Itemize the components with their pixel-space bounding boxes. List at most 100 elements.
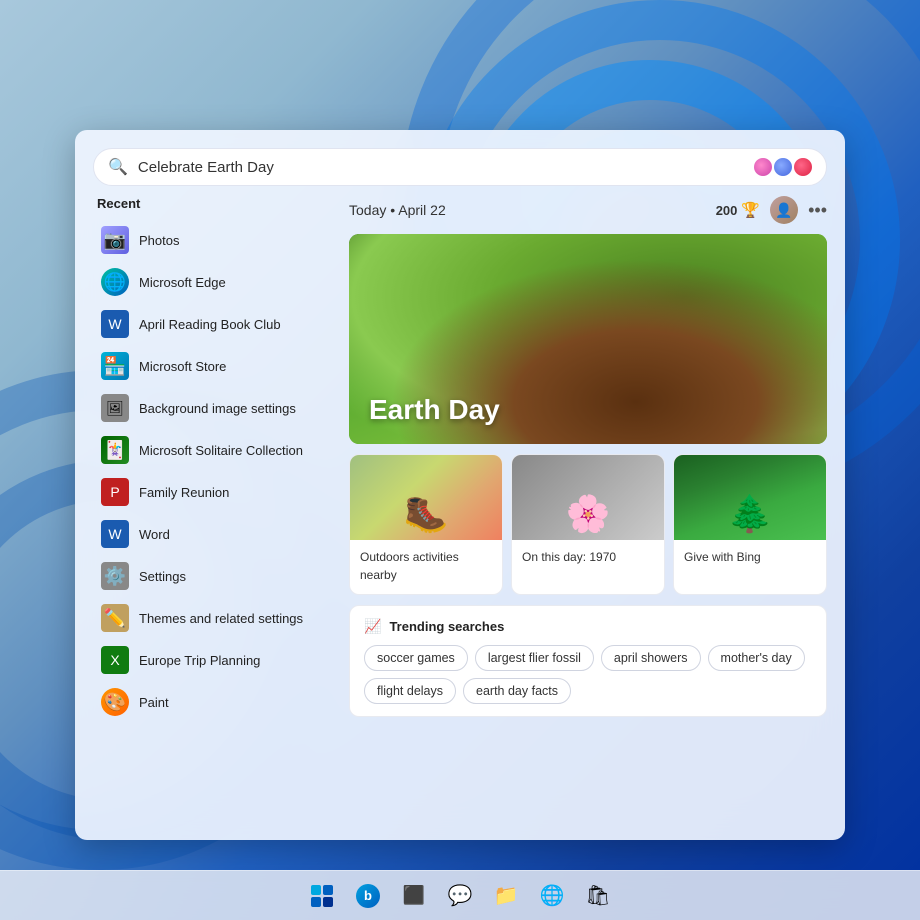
recent-item-bgsettings[interactable]: 🖼 Background image settings: [93, 387, 333, 429]
tag-earth-day-facts[interactable]: earth day facts: [463, 678, 571, 704]
recent-item-family[interactable]: P Family Reunion: [93, 471, 333, 513]
taskbar-search-button[interactable]: b: [347, 875, 389, 917]
settings-icon: ⚙️: [101, 562, 129, 590]
header-actions: 200 🏆 👤 •••: [716, 196, 827, 224]
start-menu-panel: 🔍 Recent 📷 Photos 🌐 Microsoft Edge W Apr…: [75, 130, 845, 840]
recent-item-photos[interactable]: 📷 Photos: [93, 219, 333, 261]
card-img-givebing: [674, 455, 826, 540]
windows-logo: [311, 885, 333, 907]
hero-card-earth-day[interactable]: Earth Day: [349, 234, 827, 444]
logo-circle-blue: [774, 158, 792, 176]
teams-icon: 💬: [448, 883, 473, 908]
card-givebing[interactable]: Give with Bing: [673, 454, 827, 595]
card-body-givebing: Give with Bing: [674, 540, 826, 576]
recent-label-bgsettings: Background image settings: [139, 401, 296, 416]
recent-item-store[interactable]: 🏪 Microsoft Store: [93, 345, 333, 387]
recent-item-settings[interactable]: ⚙️ Settings: [93, 555, 333, 597]
taskbar-store-button[interactable]: 🛍: [577, 875, 619, 917]
recent-item-book[interactable]: W April Reading Book Club: [93, 303, 333, 345]
solitaire-icon: 🃏: [101, 436, 129, 464]
recent-item-edge[interactable]: 🌐 Microsoft Edge: [93, 261, 333, 303]
sidebar-recent: Recent 📷 Photos 🌐 Microsoft Edge W April…: [93, 196, 333, 822]
recent-label-book: April Reading Book Club: [139, 317, 281, 332]
taskbar-explorer-button[interactable]: 📁: [485, 875, 527, 917]
trophy-icon: 🏆: [741, 201, 760, 219]
recent-label-photos: Photos: [139, 233, 179, 248]
taskbar-edge-button[interactable]: 🌐: [531, 875, 573, 917]
search-input[interactable]: [138, 159, 744, 176]
taskbar-teams-button[interactable]: 💬: [439, 875, 481, 917]
taskbar: b ⬛ 💬 📁 🌐 🛍: [0, 870, 920, 920]
card-title-history: On this day: 1970: [522, 550, 616, 564]
edge-icon: 🌐: [101, 268, 129, 296]
card-img-history: [512, 455, 664, 540]
tag-mothers-day[interactable]: mother's day: [708, 645, 805, 671]
recent-label-paint: Paint: [139, 695, 169, 710]
win-logo-sq-3: [311, 897, 321, 907]
main-content: Recent 📷 Photos 🌐 Microsoft Edge W April…: [75, 196, 845, 840]
paint-icon: 🎨: [101, 688, 129, 716]
search-icon: 🔍: [108, 157, 128, 177]
card-body-outdoor: Outdoors activities nearby: [350, 540, 502, 594]
points-badge: 200 🏆: [716, 201, 760, 219]
tag-flight-delays[interactable]: flight delays: [364, 678, 456, 704]
card-body-history: On this day: 1970: [512, 540, 664, 576]
family-icon: P: [101, 478, 129, 506]
recent-label-edge: Microsoft Edge: [139, 275, 226, 290]
recent-item-solitaire[interactable]: 🃏 Microsoft Solitaire Collection: [93, 429, 333, 471]
photos-icon: 📷: [101, 226, 129, 254]
taskbar-bing-search-icon: b: [356, 884, 380, 908]
trending-header: 📈 Trending searches: [364, 618, 812, 635]
win-logo-sq-1: [311, 885, 321, 895]
taskbar-start-button[interactable]: [301, 875, 343, 917]
user-avatar[interactable]: 👤: [770, 196, 798, 224]
taskview-icon: ⬛: [403, 885, 425, 906]
tag-april-showers[interactable]: april showers: [601, 645, 701, 671]
trending-tags: soccer games largest flier fossil april …: [364, 645, 812, 704]
explorer-icon: 📁: [494, 883, 519, 908]
bgsettings-icon: 🖼: [101, 394, 129, 422]
store-icon: 🏪: [101, 352, 129, 380]
right-panel: Today • April 22 200 🏆 👤 ••• Earth Day: [349, 196, 827, 822]
bing-logo: [754, 158, 812, 176]
right-panel-header: Today • April 22 200 🏆 👤 •••: [349, 196, 827, 224]
trending-title: Trending searches: [389, 619, 504, 634]
more-options-button[interactable]: •••: [808, 200, 827, 221]
europe-icon: X: [101, 646, 129, 674]
recent-item-themes[interactable]: ✏️ Themes and related settings: [93, 597, 333, 639]
recent-label-themes: Themes and related settings: [139, 611, 303, 626]
cards-row: Outdoors activities nearby On this day: …: [349, 454, 827, 595]
recent-label-family: Family Reunion: [139, 485, 229, 500]
taskbar-store-icon: 🛍: [585, 883, 610, 908]
recent-label-europe: Europe Trip Planning: [139, 653, 260, 668]
win-logo-sq-4: [323, 897, 333, 907]
win-logo-sq-2: [323, 885, 333, 895]
logo-circle-red: [794, 158, 812, 176]
recent-item-paint[interactable]: 🎨 Paint: [93, 681, 333, 723]
points-value: 200: [716, 203, 738, 218]
word-icon: W: [101, 520, 129, 548]
logo-circle-pink: [754, 158, 772, 176]
taskbar-edge-icon: 🌐: [540, 883, 565, 908]
recent-label-solitaire: Microsoft Solitaire Collection: [139, 443, 303, 458]
trending-arrow-icon: 📈: [364, 618, 381, 635]
recent-label-word: Word: [139, 527, 170, 542]
card-img-outdoor: [350, 455, 502, 540]
themes-icon: ✏️: [101, 604, 129, 632]
recent-item-europe[interactable]: X Europe Trip Planning: [93, 639, 333, 681]
card-title-givebing: Give with Bing: [684, 550, 761, 564]
hero-title: Earth Day: [369, 394, 500, 426]
recent-label-store: Microsoft Store: [139, 359, 226, 374]
tag-soccer-games[interactable]: soccer games: [364, 645, 468, 671]
date-label: Today • April 22: [349, 202, 446, 218]
recent-label-settings: Settings: [139, 569, 186, 584]
card-title-outdoor: Outdoors activities nearby: [360, 550, 459, 582]
book-icon: W: [101, 310, 129, 338]
tag-largest-flier-fossil[interactable]: largest flier fossil: [475, 645, 594, 671]
search-bar: 🔍: [93, 148, 827, 186]
card-history[interactable]: On this day: 1970: [511, 454, 665, 595]
recent-item-word[interactable]: W Word: [93, 513, 333, 555]
card-outdoor[interactable]: Outdoors activities nearby: [349, 454, 503, 595]
recent-title: Recent: [93, 196, 333, 211]
taskbar-taskview-button[interactable]: ⬛: [393, 875, 435, 917]
